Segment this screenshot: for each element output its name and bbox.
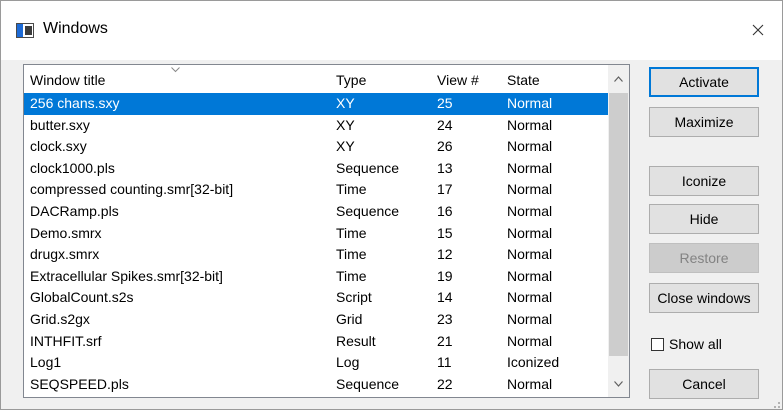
table-row[interactable]: 256 chans.sxy XY 25 Normal [24,93,608,115]
row-title: Demo.smrx [30,224,102,241]
row-type: XY [336,138,355,155]
column-header-window-title[interactable]: Window title [30,65,105,92]
row-state: Normal [507,246,553,263]
row-state: Normal [507,159,553,176]
row-view-number: 26 [437,138,453,155]
row-view-number: 15 [437,224,453,241]
row-state: Normal [507,116,553,133]
title-bar: Windows [1,1,782,60]
list-header: Window title Type View # State [24,65,608,92]
row-view-number: 13 [437,159,453,176]
row-title: Log1 [30,354,62,371]
activate-button[interactable]: Activate [649,67,759,97]
show-all-checkbox[interactable]: Show all [651,334,722,354]
row-type: Time [336,267,367,284]
row-title: INTHFIT.srf [30,332,102,349]
row-title: 256 chans.sxy [30,95,120,111]
row-title: GlobalCount.s2s [30,289,134,306]
row-title: Extracellular Spikes.smr[32-bit] [30,267,223,284]
column-header-view-number[interactable]: View # [437,65,479,92]
row-state: Normal [507,267,553,284]
row-view-number: 12 [437,246,453,263]
row-title: SEQSPEED.pls [30,375,129,392]
table-row[interactable]: INTHFIT.srf Result 21 Normal [24,331,608,353]
row-type: Time [336,181,367,198]
scroll-down-icon[interactable] [608,370,629,397]
row-view-number: 24 [437,116,453,133]
row-type: Sequence [336,375,400,392]
restore-button: Restore [649,243,759,273]
table-row[interactable]: DACRamp.pls Sequence 16 Normal [24,201,608,223]
table-row[interactable]: SEQSPEED.pls Sequence 22 Normal [24,374,608,396]
row-type: Result [336,332,376,349]
app-icon [16,23,34,38]
row-state: Normal [507,224,553,241]
table-row[interactable]: compressed counting.smr[32-bit] Time 17 Nor… [24,179,608,201]
table-row[interactable]: GlobalCount.s2s Script 14 Normal [24,287,608,309]
table-row[interactable]: clock.sxy XY 26 Normal [24,136,608,158]
row-type: XY [336,116,355,133]
windows-dialog: Windows Window title Type View # State 2… [0,0,783,410]
windows-list[interactable]: Window title Type View # State 256 chans… [23,64,630,398]
row-state: Iconized [507,354,560,371]
table-row[interactable]: Demo.smrx Time 15 Normal [24,223,608,245]
row-title: Grid.s2gx [30,310,90,327]
close-windows-button[interactable]: Close windows [649,283,759,313]
table-row[interactable]: clock1000.pls Sequence 13 Normal [24,158,608,180]
row-view-number: 21 [437,332,453,349]
row-state: Normal [507,138,553,155]
row-type: XY [336,95,355,111]
row-title: clock.sxy [30,138,87,155]
row-title: drugx.smrx [30,246,100,263]
table-row[interactable]: drugx.smrx Time 12 Normal [24,244,608,266]
row-type: Time [336,224,367,241]
show-all-checkbox-box[interactable] [651,337,664,351]
table-row[interactable]: Log1 Log 11 Iconized [24,352,608,374]
row-view-number: 17 [437,181,453,198]
row-type: Sequence [336,159,400,176]
row-state: Normal [507,332,553,349]
table-row[interactable]: Grid.s2gx Grid 23 Normal [24,309,608,331]
window-title: Windows [43,20,108,37]
row-state: Normal [507,375,553,392]
table-row[interactable]: butter.sxy XY 24 Normal [24,115,608,137]
row-state: Normal [507,95,553,111]
vertical-scrollbar[interactable] [608,65,629,397]
row-title: butter.sxy [30,116,90,133]
row-state: Normal [507,202,553,219]
row-view-number: 14 [437,289,453,306]
row-state: Normal [507,181,553,198]
row-type: Grid [336,310,363,327]
row-type: Script [336,289,372,306]
table-row[interactable]: Extracellular Spikes.smr[32-bit] Time 19 No… [24,266,608,288]
row-view-number: 11 [437,354,452,371]
column-header-type[interactable]: Type [336,65,366,92]
scroll-up-icon[interactable] [608,65,629,92]
maximize-button[interactable]: Maximize [649,107,759,137]
row-type: Log [336,354,360,371]
row-type: Time [336,246,367,263]
sort-indicator-icon [171,67,180,73]
row-state: Normal [507,289,553,306]
row-view-number: 19 [437,267,453,284]
resize-grip-icon[interactable] [771,399,781,409]
row-view-number: 25 [437,95,453,111]
row-title: DACRamp.pls [30,202,119,219]
show-all-label: Show all [669,336,722,352]
column-header-state[interactable]: State [507,65,540,92]
row-type: Sequence [336,202,400,219]
list-rows: 256 chans.sxy XY 25 Normal butter.sxy XY 24 Nor… [24,93,608,395]
scroll-thumb[interactable] [609,93,628,356]
row-title: compressed counting.smr[32-bit] [30,181,234,198]
row-view-number: 22 [437,375,453,392]
close-icon[interactable] [743,15,773,45]
hide-button[interactable]: Hide [649,204,759,234]
iconize-button[interactable]: Iconize [649,166,759,196]
row-view-number: 16 [437,202,453,219]
row-view-number: 23 [437,310,453,327]
cancel-button[interactable]: Cancel [649,369,759,399]
row-title: clock1000.pls [30,159,115,176]
row-state: Normal [507,310,553,327]
